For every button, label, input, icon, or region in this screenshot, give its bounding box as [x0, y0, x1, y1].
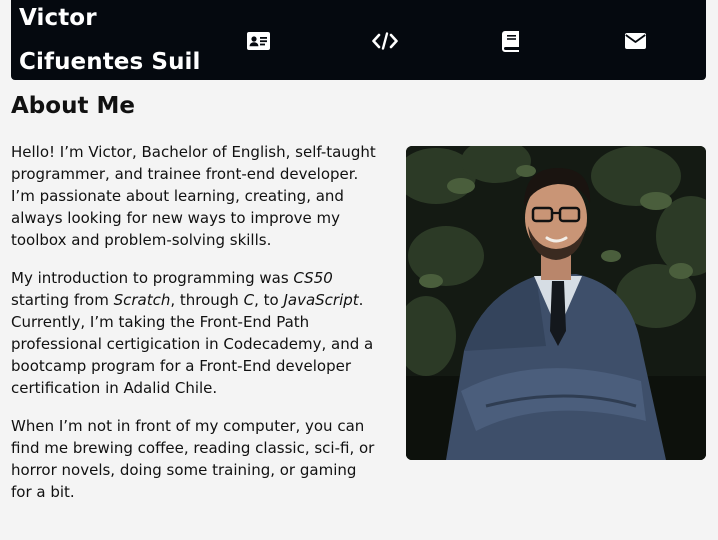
- bio-paragraph-2: My introduction to programming was CS50 …: [11, 267, 381, 399]
- nav-item-contact[interactable]: [622, 28, 648, 54]
- code-icon: [372, 32, 398, 50]
- bio-paragraph-3: When I’m not in front of my computer, yo…: [11, 417, 375, 501]
- bio-emphasis: C: [243, 291, 255, 309]
- nav-links: [11, 0, 706, 80]
- envelope-icon: [624, 33, 646, 49]
- section-title: About Me: [11, 93, 135, 119]
- navbar: Victor Cifuentes Suil: [11, 0, 706, 80]
- nav-item-education[interactable]: [498, 28, 524, 54]
- bio-text-span: , to: [254, 291, 284, 309]
- bio-text-span: starting from: [11, 291, 114, 309]
- bio-emphasis: Scratch: [113, 291, 171, 309]
- bio-emphasis: CS50: [293, 269, 333, 287]
- bio-paragraph-1: Hello! I’m Victor, Bachelor of English, …: [11, 143, 376, 249]
- id-card-icon: [246, 32, 270, 50]
- book-icon: [502, 30, 519, 52]
- bio-text-span: , through: [170, 291, 244, 309]
- bio-text-span: My introduction to programming was: [11, 269, 294, 287]
- nav-item-about[interactable]: [245, 28, 271, 54]
- bio-text: Hello! I’m Victor, Bachelor of English, …: [11, 141, 381, 519]
- bio-emphasis: JavaScript: [283, 291, 359, 309]
- profile-photo: [406, 146, 706, 460]
- nav-item-projects[interactable]: [372, 28, 398, 54]
